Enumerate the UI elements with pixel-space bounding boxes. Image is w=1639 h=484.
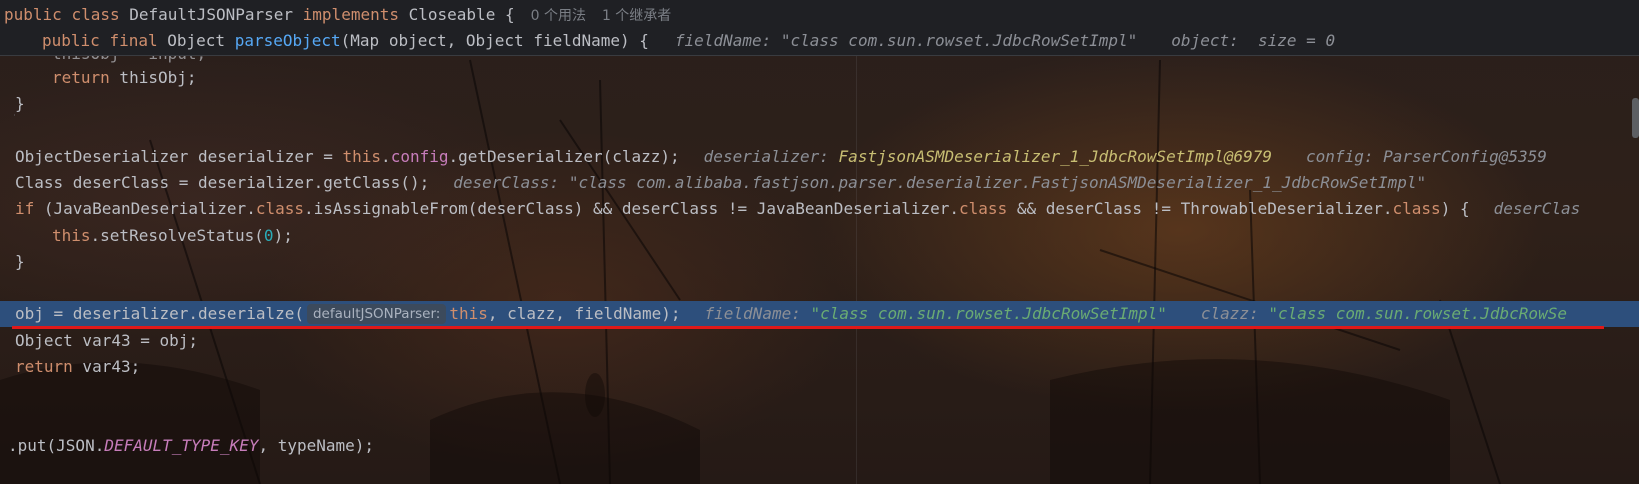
code-text: Object var43 = obj; [15,331,199,350]
inline-value-label: object: [1171,31,1239,50]
inline-value: "class com.alibaba.fastjson.parser.deser… [568,173,1427,192]
code-text: ObjectDeserializer deserializer = [15,147,343,166]
inline-value-label: fieldName: [674,31,772,50]
keyword-if: if [15,199,35,218]
right-margin-guide [856,55,857,484]
keyword-public: public [4,5,62,24]
code-text: ); [273,226,293,245]
keyword-implements: implements [302,5,399,24]
code-text: obj = deserializer.deserialze( [15,304,304,323]
code-text: } [15,252,25,271]
keyword-class: class [1392,199,1441,218]
method-declaration-line[interactable]: public final Object parseObject(Map obje… [42,28,1335,54]
execution-point-line[interactable]: obj = deserializer.deserialze(defaultJSO… [15,301,1567,327]
class-name[interactable]: DefaultJSONParser [129,5,293,24]
code-text: && deserClass != ThrowableDeserializer. [1007,199,1393,218]
inheritors-hint[interactable]: 1 个继承者 [602,8,671,24]
keyword-class: class [959,199,1008,218]
parameter-name-hint: defaultJSONParser: [306,303,447,324]
keyword-this: this [342,147,382,166]
usages-hint[interactable]: 0 个用法 [531,8,586,24]
code-text: .put(JSON. [8,436,105,455]
inline-value[interactable]: "class com.sun.rowset.JdbcRowSetImpl" [810,304,1166,323]
code-text: .isAssignableFrom(deserClass) && deserCl… [304,199,960,218]
code-text: . [381,147,391,166]
code-text: var43; [72,357,141,376]
inline-value-label: config: [1306,147,1374,166]
inline-value-label: deserClass: [453,173,560,192]
keyword-final: final [109,31,158,50]
code-line[interactable]: } [15,91,25,117]
code-text: , clazz, fieldName); [487,304,681,323]
keyword-class: class [71,5,120,24]
code-line[interactable]: .put(JSON.DEFAULT_TYPE_KEY, typeName); [8,433,374,459]
inline-value[interactable]: "class com.sun.rowset.JdbcRowSe [1268,304,1567,323]
code-line[interactable]: ObjectDeserializer deserializer = this.c… [15,144,1547,170]
inline-value-label: deserClas [1493,199,1581,218]
code-text: Class deserClass = deserializer.getClass… [15,173,430,192]
sticky-scroll-header[interactable]: public class DefaultJSONParser implement… [0,0,1639,56]
code-text: (JavaBeanDeserializer. [34,199,256,218]
code-text: .setResolveStatus( [90,226,264,245]
code-line[interactable]: Object var43 = obj; [15,328,198,354]
vertical-scrollbar-thumb[interactable] [1632,98,1639,138]
inline-value[interactable]: ParserConfig@5359 [1383,147,1547,166]
inline-value-label: fieldName: [704,304,801,323]
code-line[interactable]: } [15,249,25,275]
code-text: , typeName); [258,436,375,455]
method-params: (Map object, Object fieldName) { [340,31,649,50]
code-line[interactable]: this.setResolveStatus(0); [52,223,293,249]
code-line[interactable]: Class deserClass = deserializer.getClass… [15,170,1426,196]
keyword-this: this [449,304,488,323]
class-declaration-line[interactable]: public class DefaultJSONParser implement… [4,2,671,28]
code-text: thisObj; [109,68,197,87]
inline-value[interactable]: FastjsonASMDeserializer_1_JdbcRowSetImpl… [839,147,1272,166]
number-literal: 0 [263,226,274,245]
code-line[interactable]: return thisObj; [52,65,197,91]
keyword-return: return [52,68,110,87]
inline-value-label: clazz: [1200,304,1259,323]
interface-name[interactable]: Closeable { [409,5,515,24]
code-text: } [15,94,25,113]
keyword-return: return [15,357,73,376]
code-text: ) { [1440,199,1470,218]
method-name[interactable]: parseObject [235,31,341,50]
inline-value-label: deserializer: [703,147,829,166]
inline-value: "class com.sun.rowset.JdbcRowSetImpl" [780,31,1138,50]
red-underline-annotation [12,326,1604,329]
inline-value: size = 0 [1248,31,1336,50]
constant-ref[interactable]: DEFAULT_TYPE_KEY [104,436,258,455]
return-type: Object [167,31,226,50]
field-ref[interactable]: config [391,147,449,166]
keyword-public: public [42,31,100,50]
code-line[interactable]: return var43; [15,354,140,380]
keyword-class: class [255,199,304,218]
code-line[interactable]: if (JavaBeanDeserializer.class.isAssigna… [15,196,1580,222]
keyword-this: this [52,226,91,245]
code-text: .getDeserializer(clazz); [448,147,680,166]
